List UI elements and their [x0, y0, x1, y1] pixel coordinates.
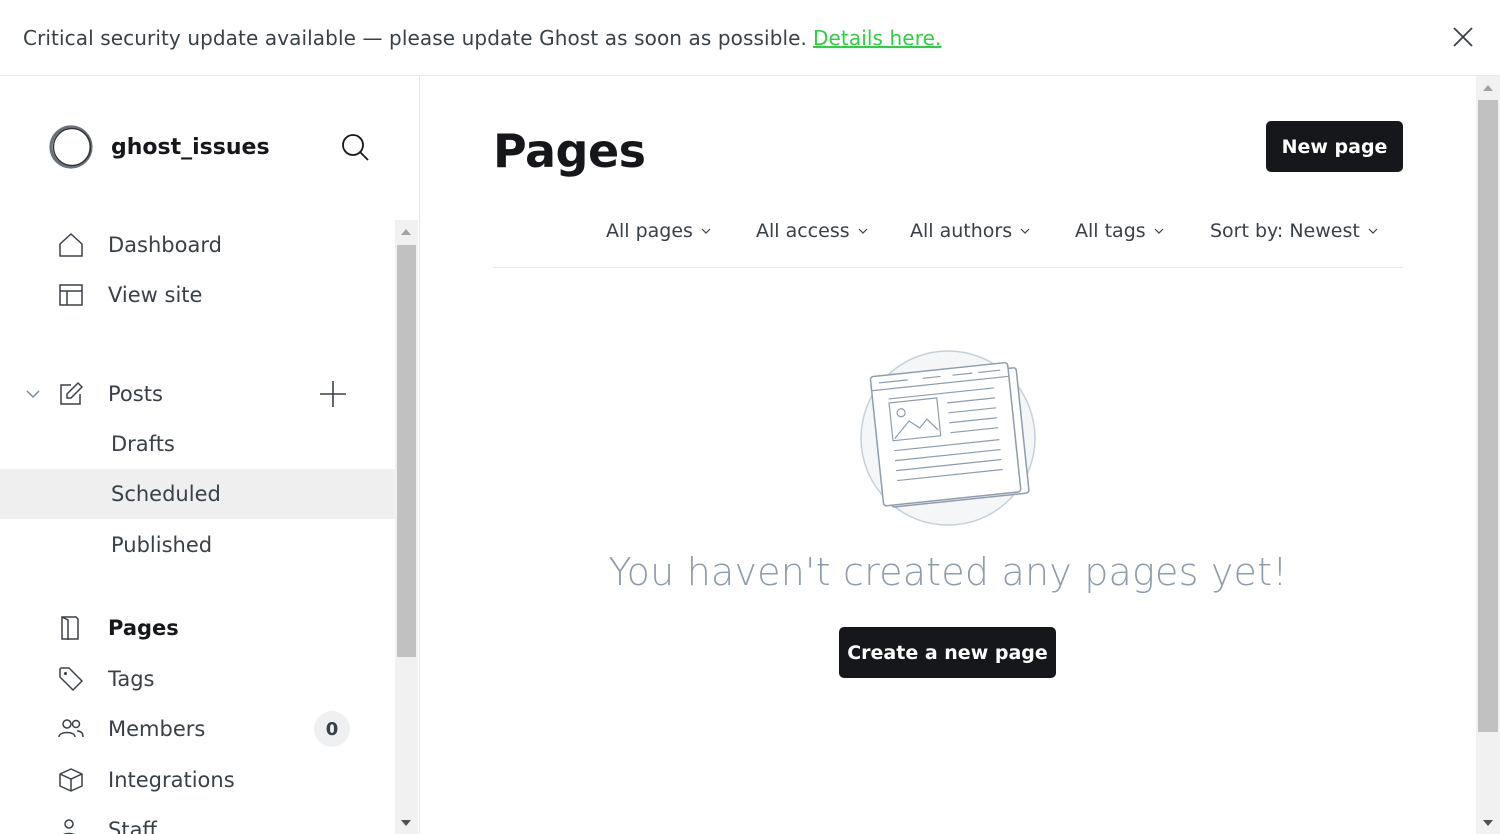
sidebar-item-published[interactable]: Published [0, 520, 395, 570]
sidebar-scrollbar[interactable] [395, 220, 418, 834]
filter-label: All access [756, 220, 850, 242]
ghost-logo-icon [49, 125, 93, 169]
sidebar-item-label: Drafts [111, 432, 175, 456]
filter-all-access[interactable]: All access [756, 220, 868, 242]
filter-label: All pages [606, 220, 693, 242]
tag-icon [59, 667, 83, 691]
sidebar-item-drafts[interactable]: Drafts [0, 419, 395, 469]
scroll-down-arrow[interactable] [1483, 820, 1493, 826]
scroll-down-arrow[interactable] [401, 820, 411, 826]
sidebar-item-label: Members [108, 717, 206, 741]
sidebar-item-label: Published [111, 533, 213, 557]
sidebar-item-label: Pages [108, 616, 179, 640]
search-icon[interactable] [340, 132, 370, 162]
filter-sort-by[interactable]: Sort by: Newest [1210, 220, 1378, 242]
chevron-down-icon [701, 228, 711, 234]
sidebar-item-label: Scheduled [111, 482, 221, 506]
members-count-badge: 0 [314, 711, 350, 747]
home-icon [59, 233, 83, 257]
main-scrollbar[interactable] [1476, 76, 1500, 834]
sidebar-item-integrations[interactable]: Integrations [0, 755, 395, 805]
layout-icon [59, 284, 83, 306]
filter-label: All tags [1075, 220, 1146, 242]
filter-label: All authors [910, 220, 1013, 242]
main-content: Pages New page All pages All access All … [420, 76, 1476, 834]
sidebar-item-view-site[interactable]: View site [0, 270, 395, 320]
empty-state-message: You haven't created any pages yet! [608, 550, 1288, 594]
members-icon [58, 719, 84, 738]
sidebar-item-label: Dashboard [108, 233, 222, 257]
scroll-thumb[interactable] [397, 245, 416, 657]
page-icon [61, 616, 79, 640]
scroll-up-arrow[interactable] [1483, 85, 1493, 91]
filter-bar: All pages All access All authors All tag… [493, 212, 1403, 268]
empty-pages-illustration-icon [860, 350, 1036, 526]
filter-all-tags[interactable]: All tags [1075, 220, 1164, 242]
chevron-down-icon [858, 228, 868, 234]
sidebar-item-staff[interactable]: Staff [0, 805, 395, 834]
sidebar-item-label: Tags [108, 667, 155, 691]
sidebar-item-label: Posts [108, 382, 163, 406]
chevron-down-icon [1368, 228, 1378, 234]
site-name: ghost_issues [111, 134, 270, 160]
filter-label: Sort by: Newest [1210, 220, 1360, 242]
update-banner: Critical security update available — ple… [0, 0, 1500, 76]
sidebar-item-label: View site [108, 283, 203, 307]
cube-icon [59, 768, 83, 792]
close-icon[interactable] [1452, 26, 1474, 48]
page-title: Pages [493, 124, 646, 178]
chevron-down-icon[interactable] [24, 385, 42, 403]
chevron-down-icon [1154, 228, 1164, 234]
filter-all-authors[interactable]: All authors [910, 220, 1030, 242]
brand[interactable]: ghost_issues [48, 124, 270, 170]
create-new-page-button[interactable]: Create a new page [839, 627, 1056, 678]
sidebar-item-label: Integrations [108, 768, 235, 792]
scroll-up-arrow[interactable] [401, 229, 411, 235]
sidebar-item-posts[interactable]: Posts [0, 369, 395, 419]
filter-all-pages[interactable]: All pages [606, 220, 711, 242]
scroll-thumb[interactable] [1478, 100, 1498, 732]
banner-message: Critical security update available — ple… [23, 26, 941, 50]
banner-text: Critical security update available — ple… [23, 25, 808, 50]
sidebar-item-tags[interactable]: Tags [0, 654, 395, 704]
sidebar-item-dashboard[interactable]: Dashboard [0, 220, 395, 270]
banner-details-link[interactable]: Details here. [813, 26, 941, 50]
sidebar: ghost_issues Dashboard View site Posts D… [0, 76, 420, 834]
sidebar-item-members[interactable]: Members 0 [0, 704, 395, 754]
sidebar-item-scheduled[interactable]: Scheduled [0, 469, 395, 519]
new-page-button[interactable]: New page [1266, 121, 1403, 172]
edit-icon [60, 382, 83, 405]
sidebar-item-pages[interactable]: Pages [0, 603, 395, 653]
sidebar-item-label: Staff [108, 818, 157, 834]
add-post-icon[interactable] [318, 379, 348, 409]
chevron-down-icon [1020, 228, 1030, 234]
staff-icon [63, 819, 75, 834]
